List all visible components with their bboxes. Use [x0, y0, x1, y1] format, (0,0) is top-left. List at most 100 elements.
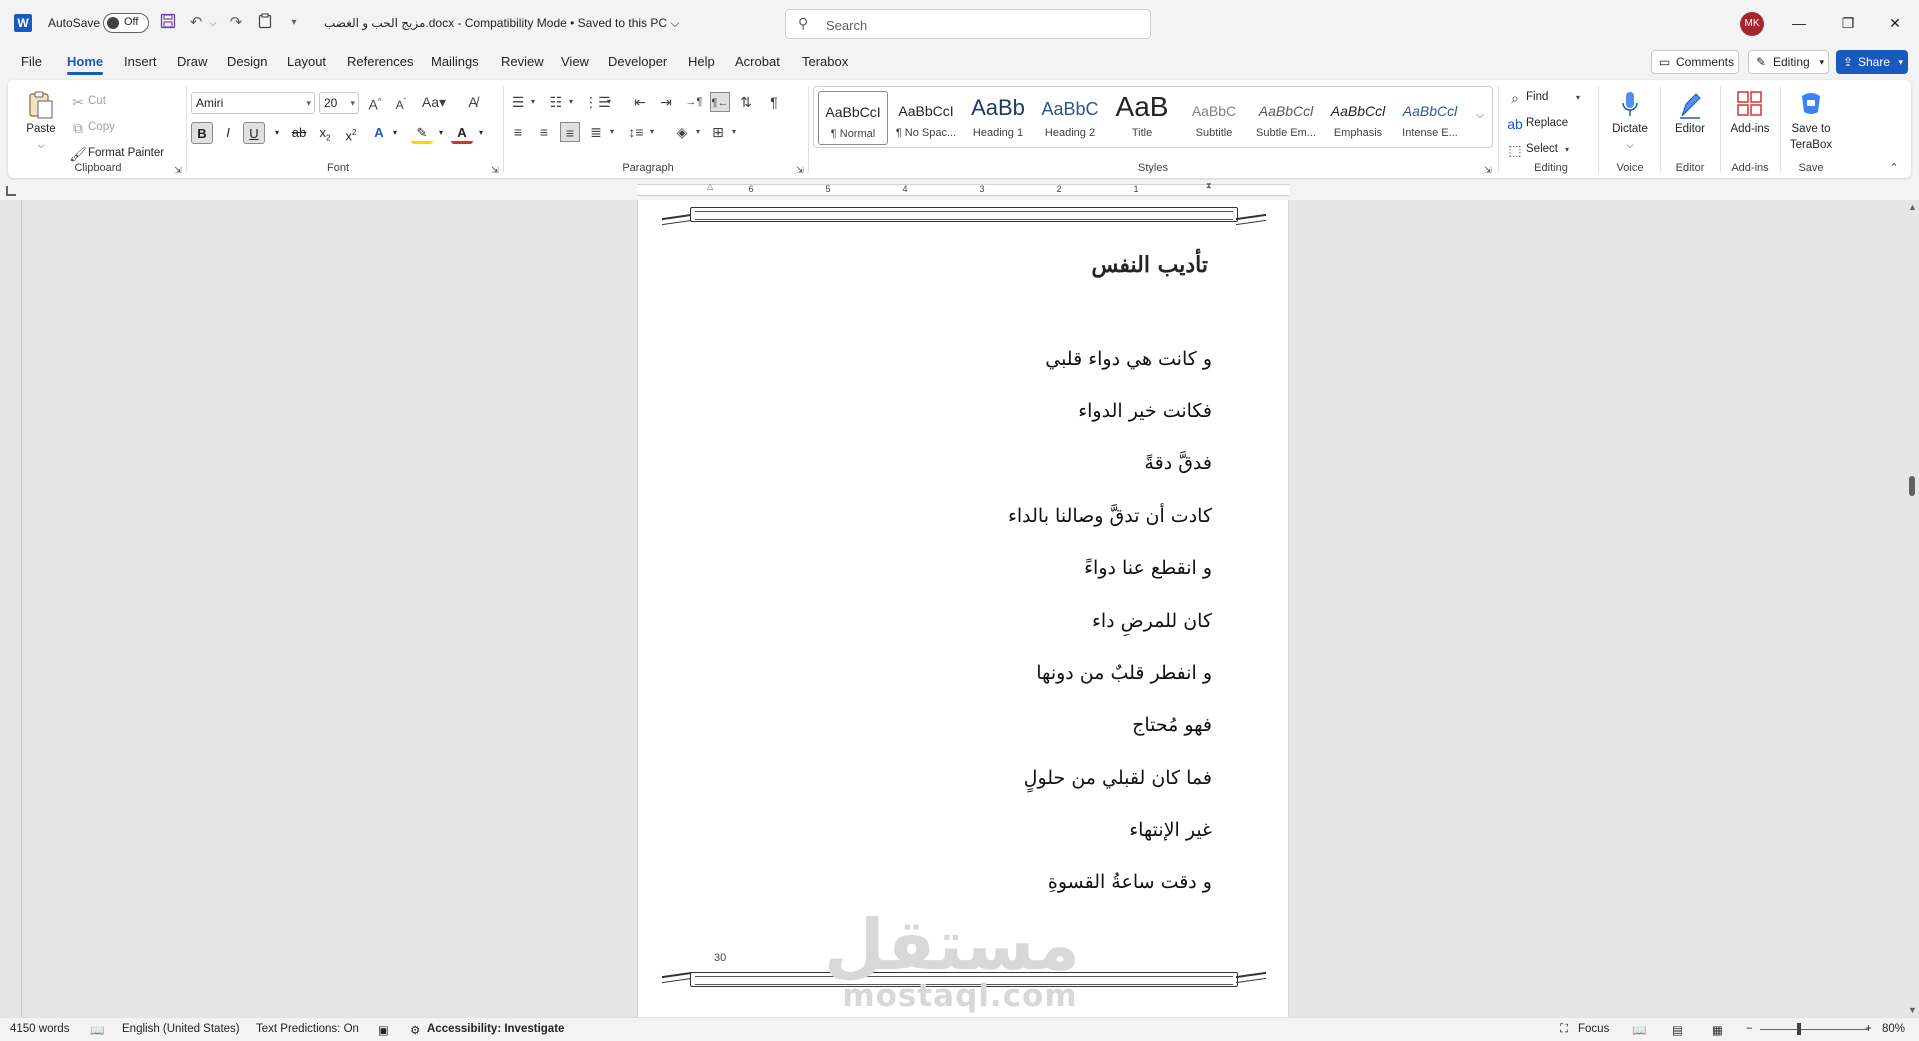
style-no-spacing[interactable]: AaBbCcI ¶ No Spac...: [891, 91, 961, 145]
replace-label[interactable]: Replace: [1526, 117, 1568, 129]
style-title[interactable]: AaB Title: [1107, 91, 1177, 145]
save-to-terabox-button[interactable]: Save to TeraBox: [1782, 86, 1840, 162]
customize-toolbar-icon[interactable]: ▾: [284, 13, 304, 33]
tab-insert[interactable]: Insert: [124, 54, 157, 69]
chevron-down-icon[interactable]: ▾: [599, 92, 619, 112]
undo-dropdown-icon[interactable]: ⌵: [203, 13, 223, 33]
style-intense-emphasis[interactable]: AaBbCcl Intense E...: [1395, 91, 1465, 145]
dialog-launcher-icon[interactable]: ⇲: [168, 160, 188, 180]
accessibility-status[interactable]: Accessibility: Investigate: [427, 1023, 564, 1035]
format-painter-label[interactable]: Format Painter: [88, 147, 164, 159]
chevron-down-icon[interactable]: ▾: [561, 92, 581, 112]
scroll-down-icon[interactable]: ▼: [1908, 1005, 1917, 1015]
format-painter-icon[interactable]: 🖌: [68, 144, 88, 164]
language[interactable]: English (United States): [122, 1023, 240, 1035]
chevron-down-icon[interactable]: ▾: [1568, 88, 1588, 108]
tab-mailings[interactable]: Mailings: [431, 54, 479, 69]
word-count[interactable]: 4150 words: [10, 1023, 69, 1035]
autosave-toggle[interactable]: Off: [103, 13, 149, 33]
chevron-down-icon[interactable]: ▾: [642, 122, 662, 142]
select-icon[interactable]: ⬚: [1505, 140, 1525, 160]
print-layout-icon[interactable]: ▤: [1672, 1023, 1683, 1037]
styles-more-icon[interactable]: ⌵: [1470, 106, 1490, 126]
avatar[interactable]: MK: [1740, 12, 1764, 36]
tab-developer[interactable]: Developer: [608, 54, 667, 69]
paste-button[interactable]: Paste ⌵: [18, 86, 64, 162]
font-name-select[interactable]: Amiri ▾: [191, 92, 315, 114]
restore-icon[interactable]: ❐: [1836, 11, 1860, 35]
tab-selector-icon[interactable]: [6, 186, 16, 196]
zoom-level[interactable]: 80%: [1882, 1023, 1905, 1035]
web-layout-icon[interactable]: ▦: [1712, 1023, 1723, 1037]
zoom-out-icon[interactable]: −: [1746, 1023, 1753, 1035]
chevron-down-icon[interactable]: ▾: [430, 122, 452, 144]
subscript-button[interactable]: x2: [314, 122, 336, 144]
find-label[interactable]: Find: [1526, 91, 1548, 103]
dialog-launcher-icon[interactable]: ⇲: [485, 160, 505, 180]
underline-dropdown-icon[interactable]: ▾: [266, 122, 288, 144]
grow-font-icon[interactable]: A^: [365, 92, 385, 113]
search-box[interactable]: ⚲ Search: [785, 9, 1151, 39]
chevron-down-icon[interactable]: ▾: [602, 122, 622, 142]
chevron-down-icon[interactable]: ▾: [724, 122, 744, 142]
clear-formatting-icon[interactable]: A̸: [463, 92, 483, 112]
tab-design[interactable]: Design: [227, 54, 267, 69]
scissors-icon[interactable]: ✂: [68, 92, 88, 112]
style-heading-2[interactable]: AaBbC Heading 2: [1035, 91, 1105, 145]
chevron-down-icon[interactable]: ▾: [1557, 140, 1577, 160]
tab-view[interactable]: View: [561, 54, 589, 69]
strikethrough-button[interactable]: ab: [288, 122, 310, 144]
zoom-slider[interactable]: [1760, 1029, 1868, 1030]
align-right-icon[interactable]: ≡: [560, 122, 580, 142]
tab-help[interactable]: Help: [688, 54, 715, 69]
align-center-icon[interactable]: ≡: [534, 122, 554, 142]
shrink-font-icon[interactable]: Aˇ: [391, 92, 411, 112]
focus-icon[interactable]: ⛶: [1560, 1023, 1568, 1036]
replace-icon[interactable]: ab: [1505, 114, 1525, 134]
find-icon[interactable]: ⌕: [1505, 88, 1525, 108]
collapse-ribbon-icon[interactable]: ⌃: [1884, 158, 1904, 178]
chevron-down-icon[interactable]: ▾: [523, 92, 543, 112]
style-emphasis[interactable]: AaBbCcl Emphasis: [1323, 91, 1393, 145]
horizontal-ruler[interactable]: 6 5 4 3 2 1 △ ⧗: [637, 181, 1289, 196]
tab-file[interactable]: File: [21, 54, 42, 69]
tab-review[interactable]: Review: [501, 54, 544, 69]
chevron-down-icon[interactable]: ▾: [384, 122, 406, 144]
italic-button[interactable]: I: [217, 122, 239, 144]
focus-label[interactable]: Focus: [1578, 1023, 1609, 1035]
dictate-button[interactable]: Dictate ⌵: [1602, 86, 1658, 162]
style-normal[interactable]: AaBbCcI ¶ Normal: [818, 91, 888, 145]
comments-button[interactable]: ▭ Comments: [1651, 50, 1739, 74]
tab-acrobat[interactable]: Acrobat: [735, 54, 780, 69]
indent-marker-icon[interactable]: △: [707, 182, 713, 191]
right-indent-marker-icon[interactable]: ⧗: [1206, 181, 1212, 191]
rtl-icon[interactable]: ¶←: [710, 92, 730, 112]
read-mode-icon[interactable]: 📖: [1632, 1023, 1646, 1037]
save-icon[interactable]: [158, 13, 178, 33]
zoom-slider-thumb[interactable]: [1797, 1023, 1801, 1035]
copy-label[interactable]: Copy: [88, 121, 115, 133]
addins-button[interactable]: Add-ins: [1722, 86, 1778, 162]
proofing-icon[interactable]: 📖: [90, 1023, 104, 1037]
copy-icon[interactable]: ⧉: [68, 118, 88, 138]
font-size-select[interactable]: 20 ▾: [319, 92, 359, 114]
editor-button[interactable]: Editor: [1662, 86, 1718, 162]
tab-home[interactable]: Home: [67, 54, 104, 75]
underline-button[interactable]: U: [243, 122, 265, 144]
redo-icon[interactable]: ↷: [226, 13, 246, 33]
tab-terabox[interactable]: Terabox: [802, 54, 848, 69]
bold-button[interactable]: B: [191, 122, 213, 144]
increase-indent-icon[interactable]: ⇥: [656, 92, 676, 112]
cut-label[interactable]: Cut: [88, 95, 106, 107]
style-subtle-emphasis[interactable]: AaBbCcl Subtle Em...: [1251, 91, 1321, 145]
document-page[interactable]: تأديب النفس و كانت هي دواء قلبي فكانت خي…: [637, 200, 1289, 1017]
style-subtitle[interactable]: AaBbC Subtitle: [1179, 91, 1249, 145]
scroll-up-icon[interactable]: ▲: [1908, 202, 1917, 212]
tab-draw[interactable]: Draw: [177, 54, 207, 69]
chevron-down-icon[interactable]: ▾: [470, 122, 492, 144]
chevron-down-icon[interactable]: ▾: [688, 122, 708, 142]
vertical-scrollbar[interactable]: ▲ ▼: [1906, 200, 1919, 1017]
sort-icon[interactable]: ⇅: [736, 92, 756, 112]
text-predictions[interactable]: Text Predictions: On: [256, 1023, 359, 1035]
share-button[interactable]: ⇪ Share ▾: [1836, 50, 1908, 74]
